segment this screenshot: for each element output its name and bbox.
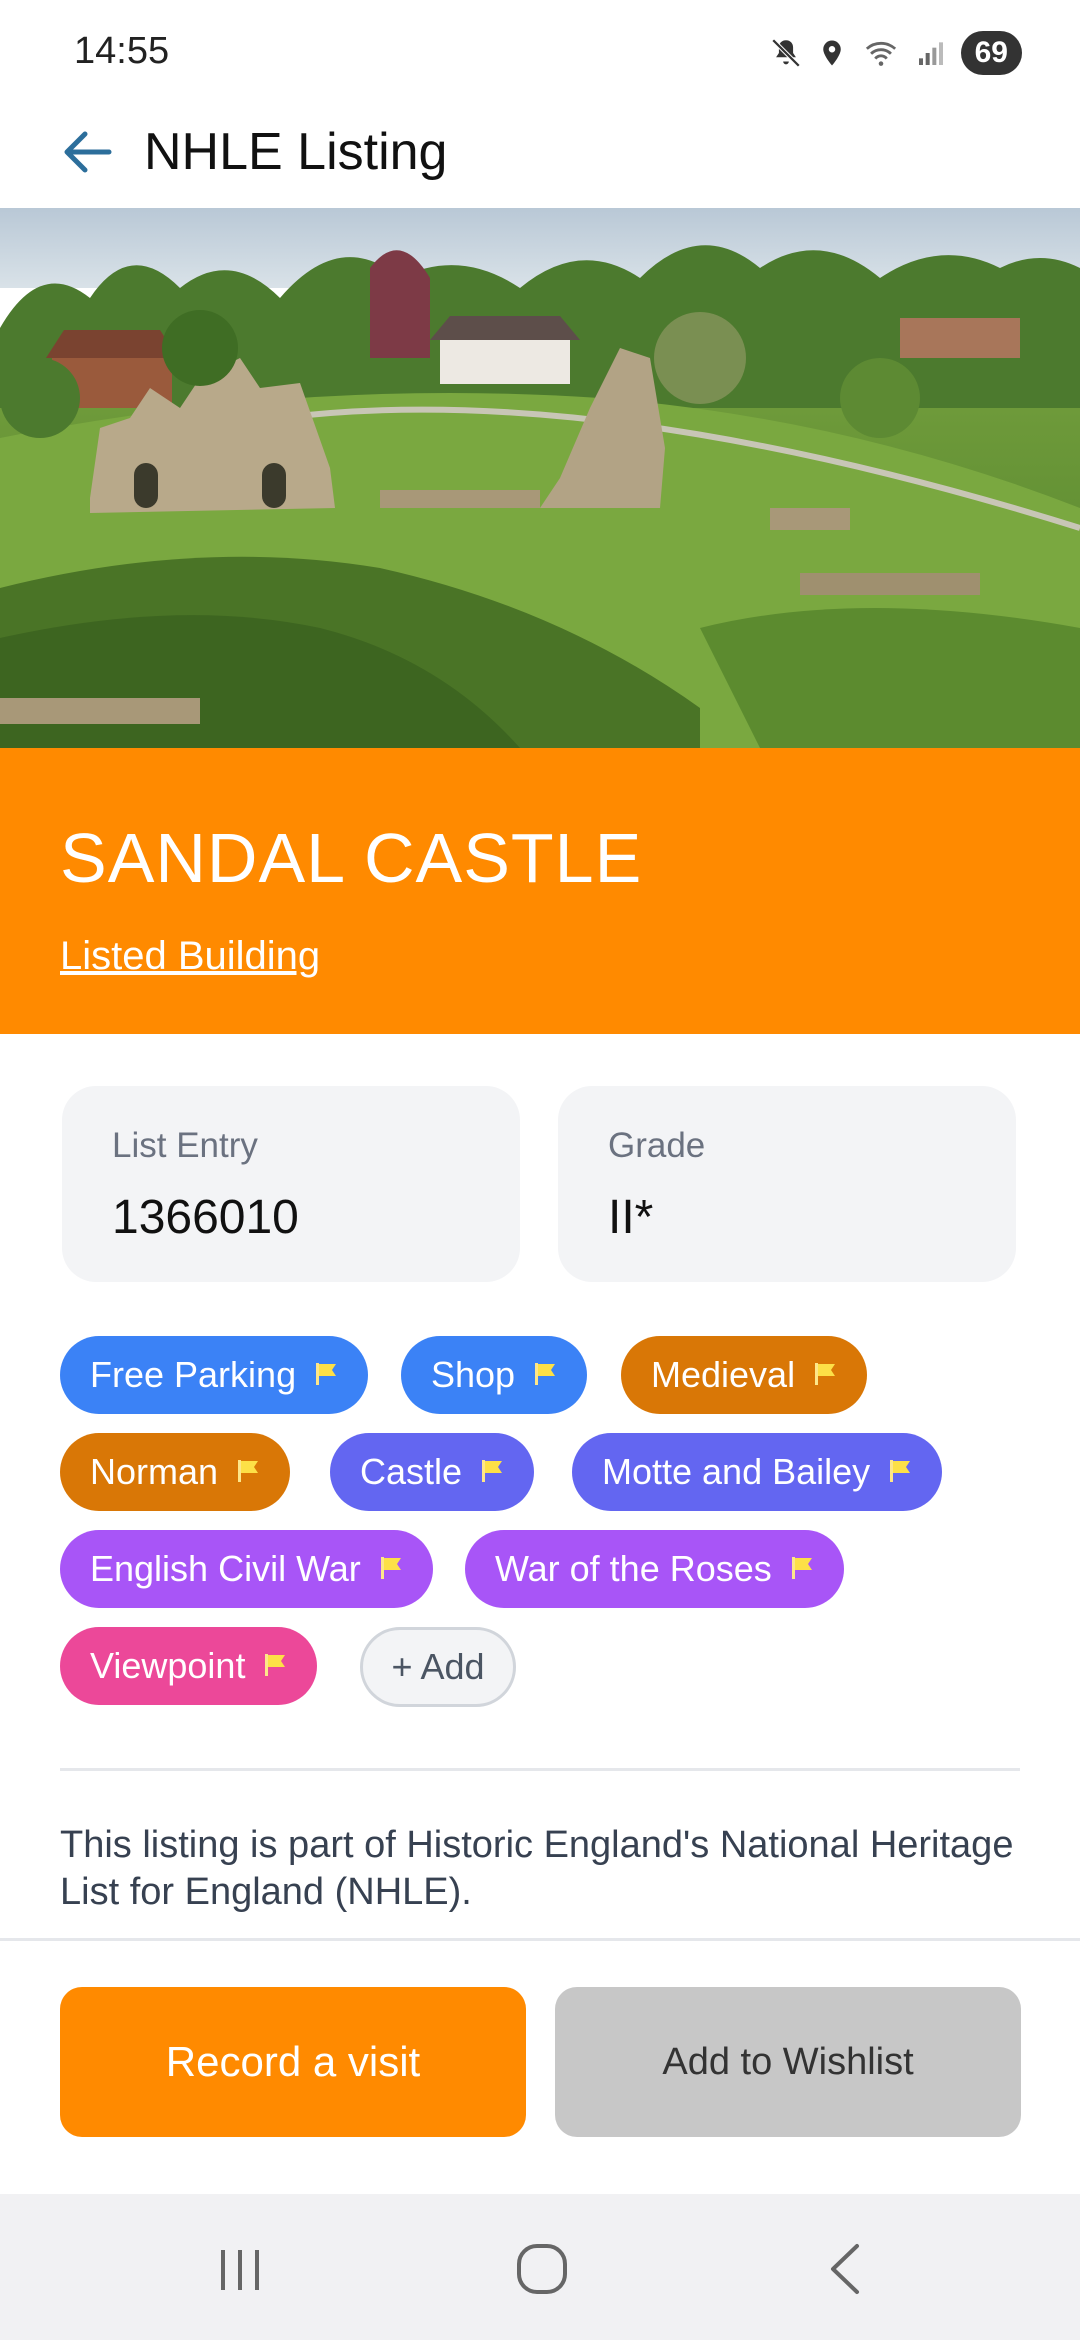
listing-type-link[interactable]: Listed Building: [60, 934, 320, 979]
tag-label: Norman: [90, 1451, 219, 1492]
mute-icon: [771, 38, 800, 68]
flag-icon[interactable]: [314, 1354, 338, 1396]
castle-ruins-photo: [0, 208, 1080, 748]
grade-card: Grade II*: [558, 1086, 1016, 1282]
grade-label: Grade: [608, 1126, 706, 1165]
tag-label: Castle: [360, 1451, 463, 1492]
system-nav-bar: [0, 2194, 1080, 2340]
list-entry-value: 1366010: [112, 1191, 299, 1244]
page-title: NHLE Listing: [144, 123, 448, 181]
tag-label: Shop: [431, 1354, 516, 1395]
flag-icon[interactable]: [379, 1548, 403, 1590]
back-arrow-icon: [64, 131, 112, 173]
tag-chip[interactable]: Viewpoint: [60, 1627, 318, 1705]
flag-icon[interactable]: [790, 1548, 814, 1590]
recents-button[interactable]: [200, 2234, 280, 2304]
home-icon: [517, 2244, 567, 2294]
status-icons: 69: [769, 28, 1022, 78]
tag-label: Motte and Bailey: [602, 1451, 871, 1492]
tag-chip[interactable]: Castle: [330, 1433, 535, 1511]
listing-description: This listing is part of Historic England…: [60, 1824, 1014, 1913]
grade-value: II*: [608, 1191, 654, 1244]
list-entry-label: List Entry: [112, 1126, 258, 1165]
tag-chip[interactable]: Shop: [401, 1336, 588, 1414]
tag-label: War of the Roses: [495, 1548, 772, 1589]
divider: [60, 1768, 1020, 1771]
list-entry-card: List Entry 1366010: [62, 1086, 520, 1282]
flag-icon[interactable]: [888, 1451, 912, 1493]
location-icon: [822, 40, 841, 66]
tag-chip[interactable]: Free Parking: [60, 1336, 369, 1414]
tag-label: English Civil War: [90, 1548, 361, 1589]
home-button[interactable]: [502, 2234, 582, 2304]
status-bar: 14:55 69: [0, 0, 1080, 100]
back-icon: [831, 2244, 859, 2294]
back-button[interactable]: [54, 120, 118, 184]
tag-chip[interactable]: Medieval: [621, 1336, 868, 1414]
tag-chip[interactable]: English Civil War: [60, 1530, 433, 1608]
tag-label: Medieval: [651, 1354, 796, 1395]
add-to-wishlist-button[interactable]: Add to Wishlist: [555, 1987, 1021, 2137]
hero-image: [0, 208, 1080, 748]
flag-icon[interactable]: [263, 1645, 287, 1687]
status-time: 14:55: [74, 30, 170, 72]
place-title: SANDAL CASTLE: [60, 819, 643, 897]
nav-back-button[interactable]: [805, 2234, 885, 2304]
signal-icon: [918, 42, 943, 65]
tag-chip[interactable]: Norman: [60, 1433, 291, 1511]
flag-icon[interactable]: [236, 1451, 260, 1493]
tag-label: Viewpoint: [90, 1645, 246, 1686]
tag-chip[interactable]: War of the Roses: [465, 1530, 844, 1608]
record-visit-button[interactable]: Record a visit: [60, 1987, 526, 2137]
listing-header: SANDAL CASTLE Listed Building: [0, 748, 1080, 1034]
wifi-icon: [865, 41, 896, 66]
action-bar: Record a visit Add to Wishlist: [0, 1938, 1080, 2197]
flag-icon[interactable]: [813, 1354, 837, 1396]
tag-label: Free Parking: [90, 1354, 297, 1395]
recents-icon: [221, 2250, 259, 2290]
flag-icon[interactable]: [480, 1451, 504, 1493]
app-bar: NHLE Listing: [0, 100, 1080, 208]
flag-icon[interactable]: [533, 1354, 557, 1396]
tag-chip[interactable]: Motte and Bailey: [572, 1433, 943, 1511]
add-tag-button[interactable]: + Add: [360, 1627, 516, 1707]
battery-indicator: 69: [960, 31, 1022, 75]
